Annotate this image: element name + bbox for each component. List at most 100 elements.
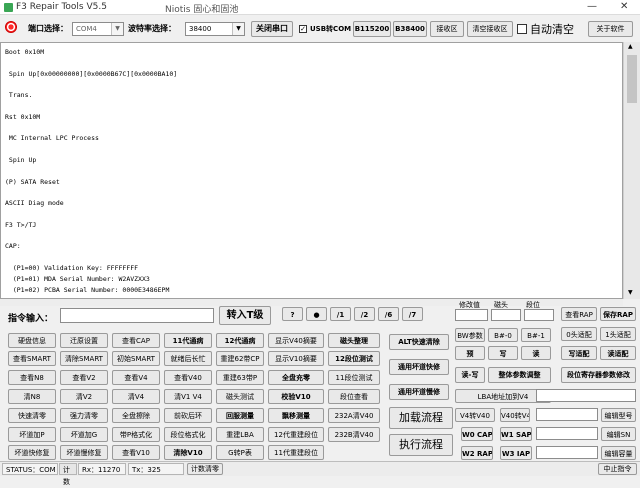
about-button[interactable]: 关于软件 [588,21,633,37]
load-flow-button[interactable]: 加载流程 [389,407,453,429]
function-button[interactable]: 查看V40 [164,370,212,385]
w0-cap-button[interactable]: W0 CAP [461,427,493,441]
function-button[interactable]: 显示V10摘要 [268,351,324,366]
generic-fast-repair-button[interactable]: 通用坏道快修 [389,359,449,375]
clear-count-button[interactable]: 计数清零 [187,463,223,475]
all-params-button[interactable]: 整体参数调整 [488,367,551,383]
function-button[interactable]: 就绪后长忙 [164,351,212,366]
function-button[interactable]: 坏道快修复 [8,445,56,460]
read-write-button[interactable]: 读-写 [455,367,485,383]
function-button[interactable]: 重建62带CP [216,351,264,366]
w3-iap-button[interactable]: W3 IAP [500,446,532,460]
bw-params-button[interactable]: BW参数 [455,328,485,342]
function-button[interactable]: 重建63带P [216,370,264,385]
function-button[interactable]: 查看V2 [60,370,108,385]
exec-flow-button[interactable]: 执行流程 [389,434,453,456]
v4-to-v40-button[interactable]: V4转V40 [455,408,495,422]
symbol-button-5[interactable]: /7 [402,307,423,321]
segment-input[interactable] [524,309,554,321]
baud-select[interactable]: 38400 ▼ [185,22,245,36]
function-button[interactable]: 迁原设置 [60,333,108,348]
function-button[interactable]: 初始SMART [112,351,160,366]
w1-sap-button[interactable]: W1 SAP [500,427,532,441]
bw1-button[interactable]: B#-1 [521,328,551,342]
function-button[interactable]: 清N8 [8,389,56,404]
function-button[interactable]: 12代重建段位 [268,427,324,442]
symbol-button-2[interactable]: /1 [330,307,351,321]
symbol-button-4[interactable]: /6 [378,307,399,321]
edit-sn-button[interactable]: 编辑SN [601,427,636,441]
function-button[interactable]: 飘移测量 [268,408,324,423]
function-button[interactable]: 强力清零 [60,408,108,423]
function-button[interactable]: 清V2 [60,389,108,404]
segment-register-button[interactable]: 段位寄存器参数修改 [561,367,636,383]
function-button[interactable]: 查看SMART [8,351,56,366]
function-button[interactable]: 坏道加P [8,427,56,442]
capacity-input[interactable] [536,446,598,459]
w2-rap-button[interactable]: W2 RAP [461,446,493,460]
function-button[interactable]: 查看N8 [8,370,56,385]
read-fit-button[interactable]: 读适配 [600,346,636,360]
function-button[interactable]: 11代通病 [164,333,212,348]
function-button[interactable]: 快速清零 [8,408,56,423]
symbol-button-0[interactable]: ? [282,307,303,321]
model-input[interactable] [536,389,636,402]
function-button[interactable]: 12代通病 [216,333,264,348]
function-button[interactable]: 12段位测试 [328,351,380,366]
command-input[interactable] [60,308,214,323]
function-button[interactable]: 查看V4 [112,370,160,385]
b115200-button[interactable]: B115200 [353,21,391,37]
zero-head-fit-button[interactable]: 0头适配 [561,327,597,341]
function-button[interactable]: 232A清V40 [328,408,380,423]
minimize-button[interactable]: — [587,1,597,12]
function-button[interactable]: 回服测量 [216,408,264,423]
edit-model-button[interactable]: 编辑型号 [601,408,636,422]
save-rap-button[interactable]: 保存RAP [600,307,636,321]
function-button[interactable]: 段位查看 [328,389,380,404]
function-button[interactable]: 全盘充零 [268,370,324,385]
function-button[interactable]: 显示V40摘要 [268,333,324,348]
function-button[interactable]: 坏道慢修复 [60,445,108,460]
symbol-button-3[interactable]: /2 [354,307,375,321]
function-button[interactable]: 清除V10 [164,445,212,460]
symbol-button-1[interactable]: ● [306,307,327,321]
function-button[interactable]: 前砍后环 [164,408,212,423]
model-edit-input[interactable] [536,408,598,421]
function-button[interactable]: 清除SMART [60,351,108,366]
function-button[interactable]: 查看V10 [112,445,160,460]
alt-clear-button[interactable]: ALT快速清除 [389,334,449,350]
head-input[interactable] [491,309,521,321]
receive-area-button[interactable]: 接收区 [430,21,464,37]
write-button[interactable]: 写 [488,346,518,360]
v40-to-v4-button[interactable]: V40转V4 [500,408,530,422]
one-head-fit-button[interactable]: 1头适配 [600,327,636,341]
function-button[interactable]: 查看CAP [112,333,160,348]
function-button[interactable]: 段位格式化 [164,427,212,442]
b38400-button[interactable]: B38400 [393,21,427,37]
function-button[interactable]: 硬盘信息 [8,333,56,348]
port-select[interactable]: COM4 ▼ [72,22,124,36]
view-rap-button[interactable]: 查看RAP [561,307,597,321]
function-button[interactable]: 11代重建段位 [268,445,324,460]
function-button[interactable]: 11段位测试 [328,370,380,385]
auto-clear-checkbox[interactable] [517,24,527,34]
predict-button[interactable]: 预 [455,346,485,360]
function-button[interactable]: 校验V10 [268,389,324,404]
scroll-up-icon[interactable]: ▲ [628,43,633,50]
read-button[interactable]: 读 [521,346,551,360]
clear-receive-button[interactable]: 清空接收区 [467,21,513,37]
stop-command-button[interactable]: 中止指令 [598,463,637,475]
function-button[interactable]: 带P格式化 [112,427,160,442]
bw0-button[interactable]: B#-0 [488,328,518,342]
write-fit-button[interactable]: 写适配 [561,346,597,360]
edit-capacity-button[interactable]: 编辑容量 [601,446,636,460]
function-button[interactable]: 磁头测试 [216,389,264,404]
console-scrollbar[interactable]: ▲ ▼ [623,42,640,299]
console-output[interactable]: Boot 0x10M Spin Up[0x00000000][0x0000B67… [0,42,623,299]
function-button[interactable]: 清V1 V4 [164,389,212,404]
scroll-thumb[interactable] [627,55,637,103]
generic-slow-repair-button[interactable]: 通用坏道慢修 [389,384,449,400]
function-button[interactable]: 清V4 [112,389,160,404]
close-port-button[interactable]: 关闭串口 [251,21,293,37]
function-button[interactable]: G转P表 [216,445,264,460]
